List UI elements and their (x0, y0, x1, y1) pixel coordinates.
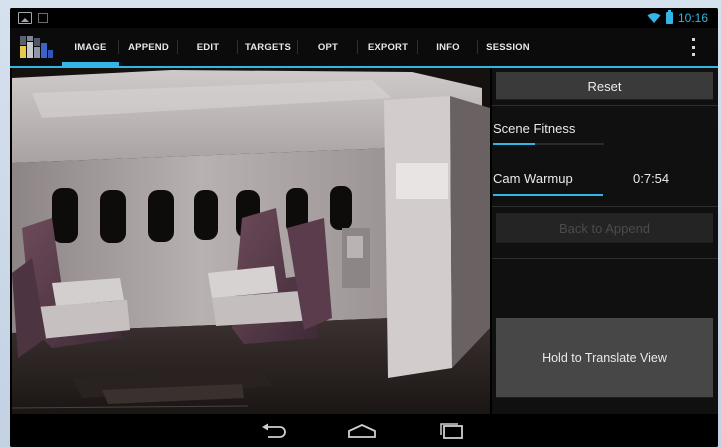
cam-warmup-label: Cam Warmup (493, 171, 573, 186)
tablet-screen: 10:16 IMAGE APPEND EDIT TARGETS OPT EXPO… (10, 8, 718, 447)
navigation-bar (10, 414, 718, 447)
status-time: 10:16 (677, 11, 708, 25)
cam-warmup-progress (493, 194, 603, 196)
overflow-menu-icon[interactable] (692, 38, 696, 56)
status-bar: 10:16 (10, 8, 718, 28)
tab-image[interactable]: IMAGE (62, 28, 119, 66)
scene-fitness-progress (493, 143, 604, 145)
divider (492, 206, 718, 207)
control-panel: Reset Scene Fitness Cam Warmup 0:7:54 Ba… (492, 68, 718, 414)
divider (492, 258, 718, 259)
recent-apps-icon[interactable] (438, 423, 466, 439)
cam-warmup-fill (493, 194, 603, 196)
tab-export[interactable]: EXPORT (358, 28, 418, 66)
app-logo-icon (20, 36, 53, 58)
tab-targets[interactable]: TARGETS (238, 28, 298, 66)
tab-edit[interactable]: EDIT (178, 28, 238, 66)
tab-opt[interactable]: OPT (298, 28, 358, 66)
scan-viewport[interactable] (12, 68, 490, 414)
tab-info[interactable]: INFO (418, 28, 478, 66)
home-icon[interactable] (347, 423, 377, 439)
wifi-icon (647, 13, 661, 23)
notification-square-icon (38, 13, 48, 23)
scene-fitness-fill (493, 143, 536, 145)
tab-bar: IMAGE APPEND EDIT TARGETS OPT EXPORT INF… (62, 28, 538, 66)
tab-append[interactable]: APPEND (119, 28, 178, 66)
back-to-append-button[interactable]: Back to Append (496, 213, 713, 243)
tab-session[interactable]: SESSION (478, 28, 538, 66)
divider (492, 105, 718, 106)
action-bar: IMAGE APPEND EDIT TARGETS OPT EXPORT INF… (10, 28, 718, 68)
3d-scan-aircraft-cabin-image (12, 68, 490, 414)
screen-frame: 10:16 IMAGE APPEND EDIT TARGETS OPT EXPO… (0, 0, 721, 447)
battery-icon (665, 10, 673, 24)
hold-to-translate-view-button[interactable]: Hold to Translate View (496, 318, 713, 398)
gallery-icon (18, 12, 32, 24)
cam-warmup-time: 0:7:54 (633, 171, 670, 186)
scene-fitness-label: Scene Fitness (493, 121, 576, 136)
reset-button[interactable]: Reset (496, 72, 713, 100)
back-icon[interactable] (260, 423, 288, 439)
